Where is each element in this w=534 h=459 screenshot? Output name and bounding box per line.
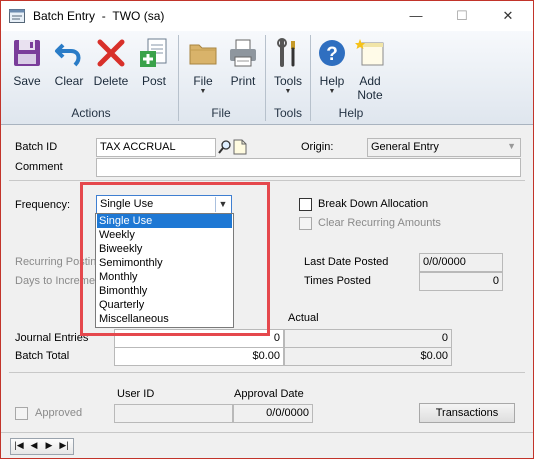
transactions-button[interactable]: Transactions (419, 403, 515, 423)
ribbon-separator (310, 35, 311, 121)
post-icon (140, 38, 167, 67)
highlight-annotation-box (80, 182, 270, 336)
group-label-actions: Actions (71, 106, 111, 120)
save-label: Save (13, 74, 41, 88)
help-icon: ? (319, 40, 345, 66)
file-label: File (193, 74, 213, 88)
frequency-label: Frequency: (15, 199, 71, 211)
batch-total-control-input[interactable]: $0.00 (114, 347, 284, 366)
comment-label: Comment (15, 161, 63, 173)
user-id-field (114, 404, 233, 423)
approval-date-field: 0/0/0000 (233, 404, 313, 423)
times-posted-field: 0 (419, 272, 503, 291)
divider (9, 180, 525, 181)
chevron-down-icon: ▼ (199, 88, 207, 95)
record-navigation: |◀ ◀ ▶ ▶| (10, 438, 74, 455)
add-label: Add (359, 74, 381, 88)
group-label-help: Help (338, 106, 364, 120)
break-down-allocation-checkbox[interactable] (299, 198, 312, 211)
journal-entries-label: Journal Entries (15, 332, 89, 344)
add-note-label: Add Note (353, 74, 387, 102)
app-icon (9, 9, 25, 23)
window-company: TWO (sa) (112, 9, 165, 23)
user-id-label: User ID (117, 388, 155, 400)
delete-x-icon (97, 39, 125, 67)
file-button[interactable]: File ▼ (185, 37, 221, 96)
tools-label: Tools (273, 74, 302, 88)
batch-total-actual-field: $0.00 (284, 347, 452, 366)
last-date-posted-field: 0/0/0000 (419, 253, 503, 272)
minimize-button[interactable]: — (393, 1, 439, 31)
print-label: Print (230, 74, 256, 88)
maximize-button[interactable]: ☐ (439, 1, 485, 31)
times-posted-label: Times Posted (304, 275, 371, 287)
clear-recurring-label: Clear Recurring Amounts (318, 217, 441, 229)
previous-record-icon[interactable]: ◀ (27, 440, 41, 451)
first-record-icon[interactable]: |◀ (12, 440, 26, 451)
chevron-down-icon: ▼ (284, 88, 292, 95)
break-down-allocation-label: Break Down Allocation (318, 198, 429, 210)
next-record-icon[interactable]: ▶ (42, 440, 56, 451)
chevron-down-icon: ▼ (507, 141, 516, 151)
batch-id-label: Batch ID (15, 141, 58, 153)
origin-label: Origin: (301, 141, 334, 153)
origin-field: General Entry ▼ (367, 138, 521, 157)
add-note-icon (355, 39, 384, 66)
batch-total-label: Batch Total (15, 350, 70, 362)
help-button[interactable]: ? Help ▼ (314, 37, 350, 96)
approved-label: Approved (35, 407, 83, 419)
save-icon (14, 40, 40, 66)
help-label: Help (319, 74, 345, 88)
batch-id-input[interactable]: TAX ACCRUAL (96, 138, 216, 157)
post-button[interactable]: Post (137, 37, 171, 88)
note-icon[interactable] (233, 139, 247, 155)
folder-icon (189, 44, 217, 65)
status-bar: |◀ ◀ ▶ ▶| (1, 432, 533, 458)
group-label-tools: Tools (273, 106, 302, 120)
ribbon-separator (265, 35, 266, 121)
batch-entry-window: Batch Entry - TWO (sa) — ☐ ✕ Save Clear (0, 0, 534, 459)
lookup-icon[interactable] (217, 139, 233, 155)
delete-button[interactable]: Delete (91, 37, 131, 88)
approval-date-label: Approval Date (234, 388, 304, 400)
tools-icon (277, 38, 295, 67)
window-title-text: Batch Entry (33, 9, 96, 23)
note-label: Note (357, 88, 383, 102)
actual-header: Actual (288, 312, 319, 324)
approved-checkbox[interactable] (15, 407, 28, 420)
clear-button[interactable]: Clear (51, 37, 87, 88)
delete-label: Delete (93, 74, 129, 88)
title-bar: Batch Entry - TWO (sa) — ☐ ✕ (1, 1, 533, 31)
window-title: Batch Entry - TWO (sa) (33, 9, 165, 23)
journal-entries-actual-field: 0 (284, 329, 452, 348)
clear-recurring-checkbox[interactable] (299, 217, 312, 230)
print-button[interactable]: Print (225, 37, 261, 88)
group-label-file: File (211, 106, 231, 120)
last-date-posted-label: Last Date Posted (304, 256, 389, 268)
post-label: Post (141, 74, 166, 88)
last-record-icon[interactable]: ▶| (57, 440, 71, 451)
origin-value: General Entry (371, 141, 439, 153)
add-note-button[interactable]: Add Note (353, 37, 387, 102)
divider (9, 372, 525, 373)
chevron-down-icon: ▼ (328, 88, 336, 95)
comment-input[interactable] (96, 158, 521, 177)
undo-icon (55, 43, 81, 67)
close-button[interactable]: ✕ (485, 1, 531, 31)
save-button[interactable]: Save (9, 37, 45, 88)
ribbon-separator (178, 35, 179, 121)
svg-text:?: ? (326, 44, 338, 65)
printer-icon (230, 39, 256, 67)
ribbon-toolbar: Save Clear Delete Post File ▼ Print Tool… (1, 31, 533, 125)
tools-button[interactable]: Tools ▼ (270, 37, 306, 96)
clear-label: Clear (54, 74, 84, 88)
